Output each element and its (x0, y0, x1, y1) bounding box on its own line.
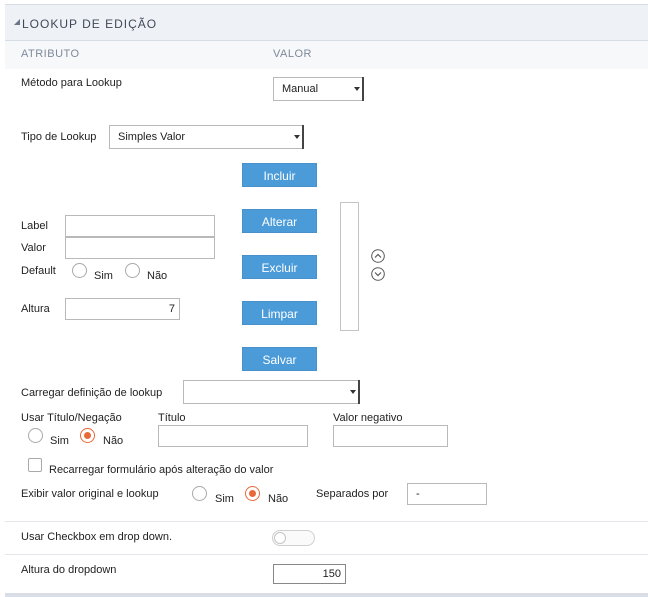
title-negation-sim-label: Sim (50, 435, 69, 447)
section-footer (5, 593, 648, 597)
default-label: Default (21, 265, 56, 277)
section-title: LOOKUP DE EDIÇÃO (22, 17, 158, 31)
default-nao-label: Não (147, 270, 168, 282)
dropdown-height-input[interactable] (273, 564, 346, 584)
altura-input[interactable] (65, 298, 180, 320)
lookup-method-label: Método para Lookup (21, 77, 122, 89)
default-nao-radio[interactable] (125, 263, 140, 278)
separator-input[interactable] (407, 483, 487, 505)
chevron-down-icon (294, 135, 300, 139)
lookup-type-select[interactable]: Simples Valor (109, 125, 304, 149)
valor-input[interactable] (65, 237, 215, 259)
title-negation-label: Usar Título/Negação (21, 412, 122, 424)
select-edge (362, 77, 364, 101)
collapse-triangle-icon[interactable] (14, 19, 20, 25)
alterar-button[interactable]: Alterar (242, 209, 317, 233)
title-negation-nao-radio[interactable] (80, 428, 95, 443)
label-field-label: Label (21, 220, 48, 232)
show-original-sim-label: Sim (215, 493, 234, 505)
move-up-icon[interactable] (371, 249, 385, 263)
dropdown-height-label: Altura do dropdown (21, 564, 117, 576)
default-sim-radio[interactable] (72, 263, 87, 278)
reload-form-label: Recarregar formulário após alteração do … (49, 464, 274, 476)
select-edge (358, 380, 360, 404)
salvar-button[interactable]: Salvar (242, 347, 317, 371)
label-input[interactable] (65, 215, 215, 237)
valor-negativo-input[interactable] (333, 425, 448, 447)
incluir-button[interactable]: Incluir (242, 163, 317, 187)
chevron-down-icon (350, 390, 356, 394)
title-negation-sim-radio[interactable] (28, 428, 43, 443)
valor-field-label: Valor (21, 242, 46, 254)
checkbox-dropdown-toggle[interactable] (272, 530, 315, 546)
lookup-type-label: Tipo de Lookup (21, 131, 97, 143)
altura-label: Altura (21, 303, 50, 315)
load-definition-select[interactable] (183, 380, 360, 404)
show-original-nao-label: Não (268, 493, 289, 505)
section-header[interactable]: LOOKUP DE EDIÇÃO (5, 4, 648, 41)
lookup-values-listbox[interactable] (340, 202, 359, 331)
lookup-method-value: Manual (282, 83, 319, 95)
show-original-label: Exibir valor original e lookup (21, 488, 159, 500)
load-definition-label: Carregar definição de lookup (21, 387, 163, 399)
default-sim-label: Sim (94, 270, 113, 282)
limpar-button[interactable]: Limpar (242, 301, 317, 325)
title-negation-nao-label: Não (103, 435, 124, 447)
lookup-method-select[interactable]: Manual (273, 77, 364, 101)
select-edge (302, 125, 304, 149)
move-down-icon[interactable] (371, 267, 385, 281)
row-divider (5, 521, 648, 522)
row-divider (5, 554, 648, 555)
valor-negativo-label: Valor negativo (333, 412, 403, 424)
show-original-sim-radio[interactable] (192, 486, 207, 501)
excluir-button[interactable]: Excluir (242, 255, 317, 279)
column-value: VALOR (273, 48, 312, 60)
titulo-label: Título (158, 412, 186, 424)
show-original-nao-radio[interactable] (245, 486, 260, 501)
titulo-input[interactable] (158, 425, 308, 447)
checkbox-dropdown-label: Usar Checkbox em drop down. (21, 531, 173, 543)
column-header-row: ATRIBUTO VALOR (5, 41, 648, 69)
toggle-knob (274, 532, 286, 544)
chevron-down-icon (354, 87, 360, 91)
column-attribute: ATRIBUTO (21, 48, 80, 60)
lookup-type-value: Simples Valor (118, 131, 186, 143)
reload-form-checkbox[interactable] (28, 458, 42, 472)
separator-label: Separados por (316, 488, 389, 500)
